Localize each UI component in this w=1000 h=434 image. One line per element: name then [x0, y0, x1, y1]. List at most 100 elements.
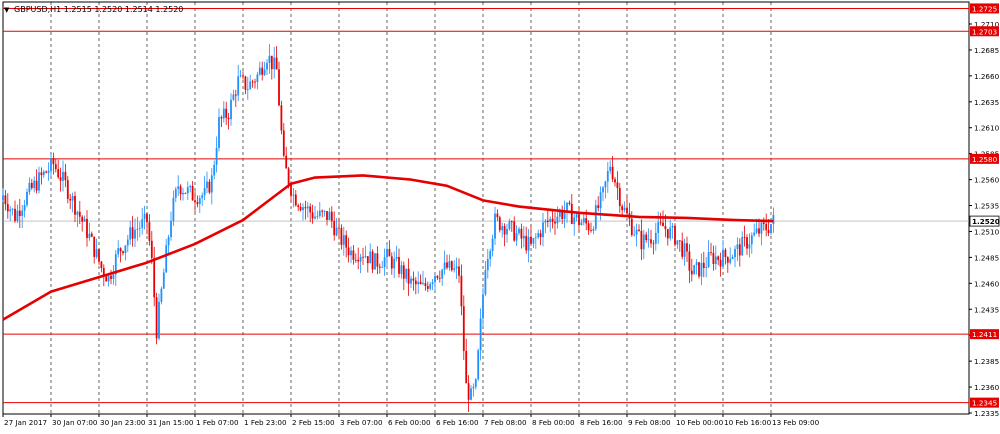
- price-axis: 1.23351.23601.23851.24101.24351.24601.24…: [969, 3, 1000, 418]
- candle-body: [429, 283, 432, 289]
- candle-body: [366, 256, 369, 264]
- candle-body: [126, 239, 129, 246]
- candle-body: [609, 166, 612, 172]
- candle-body: [393, 258, 396, 269]
- symbol-info: GBPUSD,H1 1.2515 1.2520 1.2514 1.2520: [14, 5, 183, 14]
- candle-body: [407, 268, 410, 284]
- candle-body: [438, 277, 441, 279]
- candle-body: [345, 235, 348, 248]
- y-tick-label: 1.2535: [974, 202, 999, 211]
- candle-body: [734, 248, 736, 258]
- candle-body: [666, 229, 669, 239]
- candle-body: [66, 180, 69, 199]
- candle-body: [470, 388, 472, 400]
- candle-body: [146, 213, 148, 223]
- candle-body: [539, 233, 542, 238]
- candle-body: [287, 168, 290, 185]
- candle-body: [714, 256, 717, 264]
- candle-body: [4, 195, 7, 205]
- candle-body: [549, 218, 552, 223]
- candle-body: [707, 252, 710, 268]
- candle-body: [328, 211, 331, 220]
- candle-body: [182, 192, 184, 195]
- candle-body: [83, 218, 86, 222]
- candle-body: [746, 237, 748, 249]
- candle-body: [64, 171, 67, 181]
- candle-body: [249, 81, 252, 90]
- candle-body: [530, 236, 532, 244]
- y-tick-label: 1.2610: [974, 124, 1000, 133]
- candle-body: [138, 227, 141, 229]
- candle-body: [222, 108, 225, 119]
- candle-body: [347, 247, 350, 256]
- candle-body: [474, 379, 477, 387]
- x-tick-label: 6 Feb 16:00: [436, 418, 479, 427]
- candle-body: [412, 278, 415, 281]
- candle-body: [750, 235, 753, 245]
- candle-body: [340, 227, 343, 245]
- candle-body: [462, 306, 465, 351]
- x-tick-label: 31 Jan 15:00: [148, 418, 194, 427]
- candle-body: [383, 257, 386, 268]
- candle-body: [143, 213, 146, 220]
- candle-body: [772, 214, 775, 225]
- candle-body: [419, 281, 422, 284]
- candle-body: [174, 188, 177, 198]
- candle-body: [398, 256, 400, 274]
- candle-body: [753, 232, 756, 236]
- candle-body: [460, 275, 463, 307]
- candle-body: [542, 222, 544, 238]
- time-axis: 27 Jan 2017 30 Jan 07:00 30 Jan 23:00 31 Ja…: [2, 414, 820, 427]
- candle-body: [40, 172, 43, 176]
- candle-body: [381, 267, 384, 268]
- candle-body: [669, 227, 672, 239]
- candle-body: [117, 248, 120, 255]
- candle-body: [105, 276, 108, 282]
- candle-body: [251, 81, 254, 83]
- candle-body: [693, 265, 696, 275]
- candle-body: [527, 236, 530, 251]
- candle-body: [638, 229, 640, 231]
- candle-body: [124, 245, 127, 254]
- x-tick-label: 7 Feb 08:00: [484, 418, 527, 427]
- candle-body: [604, 181, 607, 188]
- candle-body: [417, 281, 420, 285]
- level-badge-label: 1.2580: [972, 155, 998, 164]
- candle-body: [237, 76, 240, 96]
- candle-body: [314, 216, 316, 219]
- candle-body: [14, 208, 16, 221]
- candle-body: [654, 232, 657, 244]
- plot-frame: [2, 1, 970, 415]
- candle-body: [606, 171, 609, 182]
- candle-body: [486, 259, 489, 271]
- candle-body: [554, 221, 556, 224]
- candle-body: [482, 294, 484, 319]
- candle-body: [352, 250, 355, 260]
- candle-body: [681, 240, 684, 257]
- x-tick-label: 9 Feb 08:00: [628, 418, 671, 427]
- candle-body: [131, 227, 134, 239]
- chart-window: 1.23351.23601.23851.24101.24351.24601.24…: [0, 0, 1000, 430]
- candle-body: [436, 275, 439, 278]
- candle-body: [369, 251, 372, 264]
- candle-body: [453, 268, 456, 271]
- candle-body: [455, 266, 458, 269]
- y-tick-label: 1.2510: [974, 227, 1000, 236]
- candle-body: [2, 195, 4, 201]
- candle-body: [98, 249, 100, 262]
- candle-body: [491, 238, 494, 252]
- candle-body: [153, 257, 156, 298]
- candle-body: [446, 262, 448, 268]
- candle-body: [489, 251, 492, 260]
- y-tick-label: 1.2460: [974, 279, 1000, 288]
- candle-body: [686, 243, 688, 252]
- candle-body: [42, 171, 45, 176]
- candle-body: [309, 206, 312, 213]
- candle-body: [767, 230, 770, 234]
- candle-body: [590, 230, 592, 231]
- candle-body: [570, 203, 573, 224]
- candle-body: [618, 187, 621, 207]
- x-tick-label: 8 Feb 00:00: [532, 418, 575, 427]
- chart-menu-icon[interactable]: ▼: [4, 6, 10, 14]
- candle-body: [705, 267, 708, 268]
